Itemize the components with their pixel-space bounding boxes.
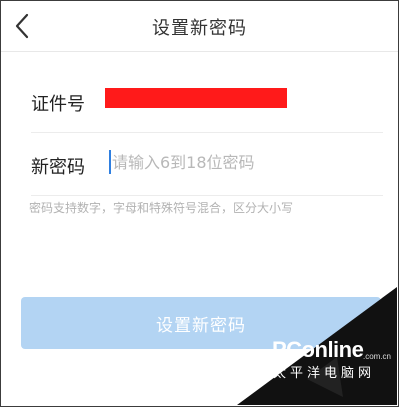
id-number-redaction <box>105 88 287 108</box>
watermark-subtitle: 太平洋电脑网 <box>273 366 376 381</box>
watermark-domain: .com.cn <box>363 352 392 361</box>
new-password-label: 新密码 <box>31 157 85 178</box>
id-number-row: 证件号 <box>31 70 383 133</box>
app-frame: 设置新密码 证件号 新密码 密码支持数字，字母和特殊符号混合，区分大小写 设置新… <box>0 0 399 407</box>
new-password-input[interactable] <box>109 147 372 177</box>
new-password-row: 新密码 <box>31 133 383 196</box>
password-hint: 密码支持数字，字母和特殊符号混合，区分大小写 <box>29 201 294 215</box>
id-number-label: 证件号 <box>31 94 85 115</box>
nav-bar: 设置新密码 <box>1 1 398 52</box>
page-title: 设置新密码 <box>152 18 247 39</box>
watermark-logo: PConline <box>272 337 364 362</box>
